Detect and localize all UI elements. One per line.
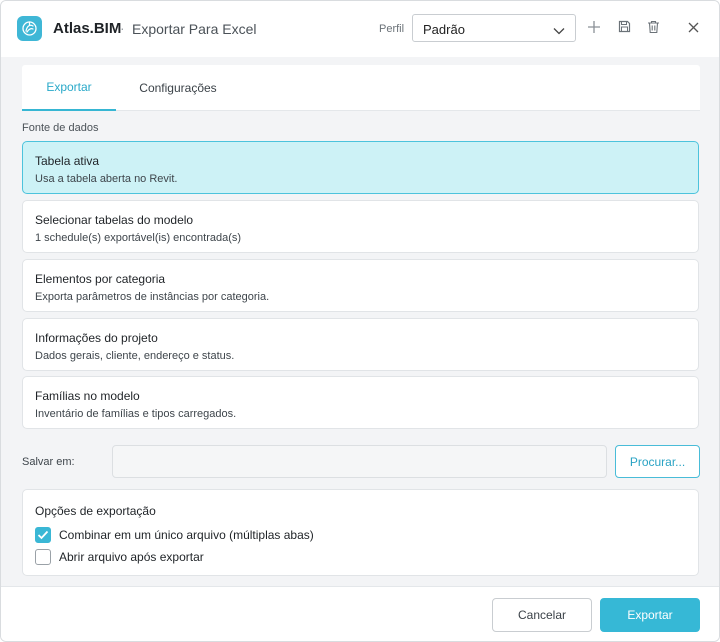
- plus-icon: [587, 20, 601, 39]
- option-title: Selecionar tabelas do modelo: [35, 213, 194, 227]
- data-source-option-project-info[interactable]: Informações do projeto Dados gerais, cli…: [22, 318, 699, 371]
- option-description: Exporta parâmetros de instâncias por cat…: [35, 291, 270, 303]
- tab-bar: Exportar Configurações: [22, 65, 700, 111]
- option-combine-single-file[interactable]: Combinar em um único arquivo (múltiplas …: [35, 526, 314, 544]
- option-description: Usa a tabela aberta no Revit.: [35, 173, 178, 185]
- data-source-option-families[interactable]: Famílias no modelo Inventário de família…: [22, 376, 699, 429]
- save-path-input[interactable]: [112, 445, 607, 478]
- profile-select[interactable]: Padrão: [412, 14, 576, 42]
- export-button[interactable]: Exportar: [600, 598, 700, 632]
- app-logo-icon: [17, 16, 42, 41]
- tab-exportar[interactable]: Exportar: [22, 65, 116, 111]
- option-title: Tabela ativa: [35, 154, 100, 168]
- data-source-option-active-table[interactable]: Tabela ativa Usa a tabela aberta no Revi…: [22, 141, 699, 194]
- option-title: Informações do projeto: [35, 331, 158, 345]
- option-open-after-export[interactable]: Abrir arquivo após exportar: [35, 548, 204, 566]
- option-label: Combinar em um único arquivo (múltiplas …: [59, 528, 314, 542]
- option-title: Famílias no modelo: [35, 389, 140, 403]
- option-description: Inventário de famílias e tipos carregado…: [35, 408, 237, 420]
- cancel-button[interactable]: Cancelar: [492, 598, 592, 632]
- delete-profile-button[interactable]: [642, 18, 664, 40]
- add-profile-button[interactable]: [583, 18, 605, 40]
- save-profile-button[interactable]: [613, 18, 635, 40]
- close-icon: [688, 20, 699, 38]
- option-description: Dados gerais, cliente, endereço e status…: [35, 350, 235, 362]
- profile-select-value: Padrão: [423, 22, 465, 37]
- data-source-option-category-elements[interactable]: Elementos por categoria Exporta parâmetr…: [22, 259, 699, 312]
- export-options-panel: Opções de exportação Combinar em um únic…: [22, 489, 699, 576]
- data-source-label: Fonte de dados: [22, 122, 99, 134]
- chevron-down-icon: [553, 23, 565, 41]
- export-options-title: Opções de exportação: [35, 504, 156, 518]
- profile-label: Perfil: [379, 23, 405, 35]
- export-dialog: Atlas.BIM · Exportar Para Excel Perfil P…: [0, 0, 720, 642]
- close-button[interactable]: [682, 18, 704, 40]
- checkbox-checked[interactable]: [35, 527, 51, 543]
- checkmark-icon: [37, 530, 49, 540]
- trash-icon: [647, 20, 660, 39]
- tab-configuracoes[interactable]: Configurações: [126, 65, 230, 111]
- option-label: Abrir arquivo após exportar: [59, 550, 204, 564]
- browse-button[interactable]: Procurar...: [615, 445, 700, 478]
- data-source-option-model-tables[interactable]: Selecionar tabelas do modelo 1 schedule(…: [22, 200, 699, 253]
- checkbox-unchecked[interactable]: [35, 549, 51, 565]
- option-description: 1 schedule(s) exportável(is) encontrada(…: [35, 232, 242, 244]
- option-title: Elementos por categoria: [35, 272, 166, 286]
- window-title: Exportar Para Excel: [132, 21, 257, 37]
- app-name: Atlas.BIM: [53, 20, 122, 37]
- save-path-label: Salvar em:: [22, 456, 75, 468]
- save-icon: [618, 20, 631, 38]
- title-separator: ·: [120, 20, 125, 36]
- title-bar: Atlas.BIM · Exportar Para Excel Perfil P…: [1, 1, 719, 57]
- dialog-footer: Cancelar Exportar: [1, 586, 719, 641]
